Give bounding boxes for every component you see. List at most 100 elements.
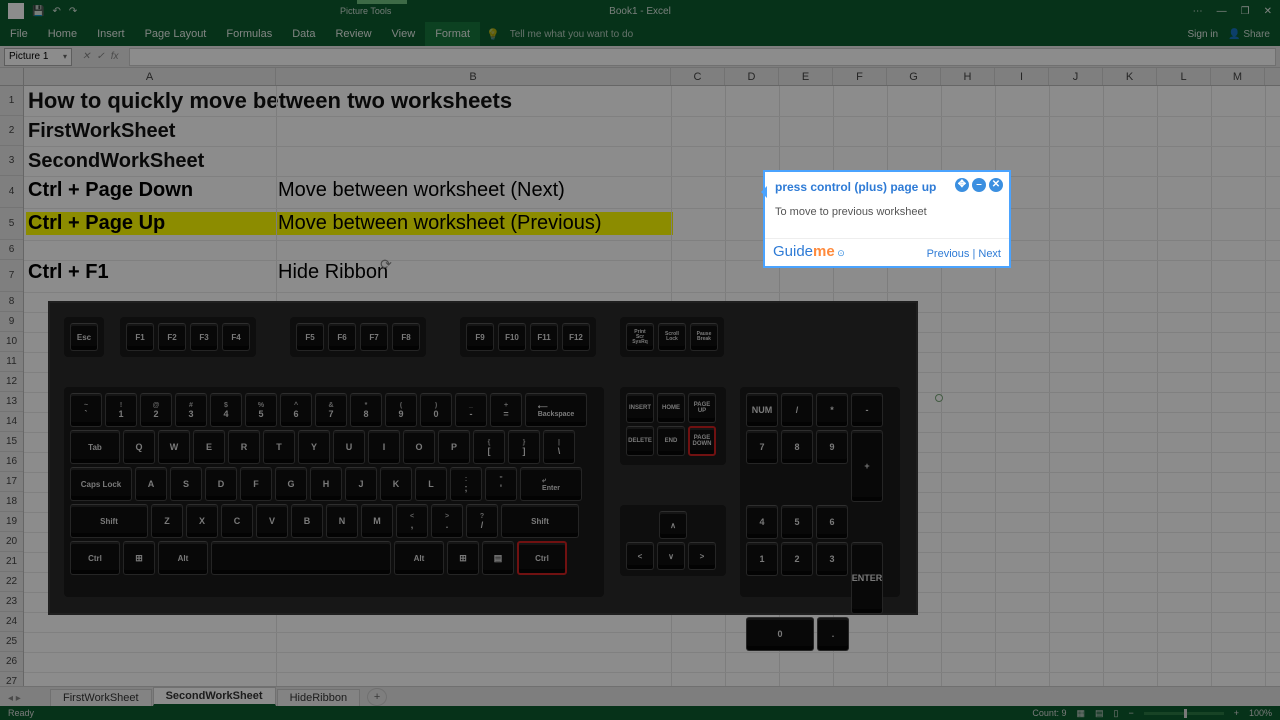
row-header-20[interactable]: 20: [0, 532, 23, 552]
sheet-tab-second[interactable]: SecondWorkSheet: [153, 687, 276, 706]
col-header-K[interactable]: K: [1103, 68, 1157, 85]
col-header-E[interactable]: E: [779, 68, 833, 85]
row-header-6[interactable]: 6: [0, 240, 23, 260]
tab-data[interactable]: Data: [282, 22, 325, 46]
tooltip-prev-link[interactable]: Previous: [927, 248, 970, 260]
status-bar: Ready Count: 9 ▦ ▤ ▯ − + 100%: [0, 706, 1280, 720]
row-header-23[interactable]: 23: [0, 592, 23, 612]
row-header-12[interactable]: 12: [0, 372, 23, 392]
row-header-7[interactable]: 7: [0, 260, 23, 292]
tab-file[interactable]: File: [0, 22, 38, 46]
sheet-tab-first[interactable]: FirstWorkSheet: [50, 689, 152, 706]
row-header-3[interactable]: 3: [0, 146, 23, 176]
picture-selection[interactable]: ⟳: [24, 176, 748, 643]
col-header-G[interactable]: G: [887, 68, 941, 85]
col-header-L[interactable]: L: [1157, 68, 1211, 85]
col-header-A[interactable]: A: [24, 68, 276, 85]
minimize-icon[interactable]: —: [1217, 6, 1227, 17]
zoom-in-icon[interactable]: +: [1234, 708, 1239, 718]
close-icon[interactable]: ✕: [1264, 6, 1272, 17]
guideme-brand: Guideme ⊙: [773, 243, 845, 260]
row-header-1[interactable]: 1: [0, 86, 23, 116]
row-header-26[interactable]: 26: [0, 652, 23, 672]
row-header-2[interactable]: 2: [0, 116, 23, 146]
row-header-8[interactable]: 8: [0, 292, 23, 312]
row-header-13[interactable]: 13: [0, 392, 23, 412]
row-header-14[interactable]: 14: [0, 412, 23, 432]
row-header-16[interactable]: 16: [0, 452, 23, 472]
tab-review[interactable]: Review: [325, 22, 381, 46]
new-sheet-button[interactable]: +: [367, 688, 387, 706]
col-header-I[interactable]: I: [995, 68, 1049, 85]
name-box-dropdown-icon[interactable]: ▾: [63, 52, 67, 61]
redo-icon[interactable]: ↷: [69, 6, 77, 17]
tab-format[interactable]: Format: [425, 22, 480, 46]
sheet-tab-hideribbon[interactable]: HideRibbon: [277, 689, 360, 706]
row-header-19[interactable]: 19: [0, 512, 23, 532]
tab-formulas[interactable]: Formulas: [216, 22, 282, 46]
row-header-5[interactable]: 5: [0, 208, 23, 240]
row-header-18[interactable]: 18: [0, 492, 23, 512]
view-page-layout-icon[interactable]: ▤: [1095, 708, 1104, 719]
col-header-J[interactable]: J: [1049, 68, 1103, 85]
tooltip-close-icon[interactable]: ✕: [989, 178, 1003, 192]
fx-icon[interactable]: fx: [111, 51, 119, 62]
col-header-M[interactable]: M: [1211, 68, 1265, 85]
share-button[interactable]: 👤 Share: [1228, 29, 1270, 40]
cancel-formula-icon[interactable]: ✕: [82, 51, 90, 62]
tooltip-next-link[interactable]: Next: [978, 248, 1001, 260]
column-headers: ABCDEFGHIJKLM: [0, 68, 1280, 86]
restore-icon[interactable]: ❐: [1241, 6, 1250, 17]
resize-handle[interactable]: [935, 394, 943, 402]
tab-insert[interactable]: Insert: [87, 22, 135, 46]
key-np-*: *: [816, 393, 848, 427]
zoom-level[interactable]: 100%: [1249, 708, 1272, 718]
tell-me[interactable]: Tell me what you want to do: [510, 29, 633, 40]
select-all-corner[interactable]: [0, 68, 24, 85]
col-header-H[interactable]: H: [941, 68, 995, 85]
worksheet-grid[interactable]: ABCDEFGHIJKLM 12345678910111213141516171…: [0, 68, 1280, 686]
col-header-B[interactable]: B: [276, 68, 671, 85]
row-header-11[interactable]: 11: [0, 352, 23, 372]
tooltip-move-icon[interactable]: ✥: [955, 178, 969, 192]
ribbon-options-icon[interactable]: ⋯: [1193, 6, 1203, 17]
view-normal-icon[interactable]: ▦: [1076, 708, 1085, 719]
col-header-F[interactable]: F: [833, 68, 887, 85]
sheet-tabs: ◂ ▸ FirstWorkSheet SecondWorkSheet HideR…: [0, 686, 1280, 706]
keyboard-numpad: NUM/*-789+456123ENTER0.: [740, 387, 900, 597]
row-header-22[interactable]: 22: [0, 572, 23, 592]
row-header-21[interactable]: 21: [0, 552, 23, 572]
row-header-4[interactable]: 4: [0, 176, 23, 208]
col-header-D[interactable]: D: [725, 68, 779, 85]
zoom-slider[interactable]: [1144, 712, 1224, 715]
enter-formula-icon[interactable]: ✓: [96, 51, 104, 62]
row-header-9[interactable]: 9: [0, 312, 23, 332]
formula-input[interactable]: [129, 48, 1276, 66]
formula-bar: Picture 1 ▾ ✕ ✓ fx: [0, 46, 1280, 68]
key-np-dot: .: [817, 617, 849, 651]
rotate-handle-icon[interactable]: ⟳: [380, 256, 392, 273]
key-np-2: 2: [781, 542, 813, 576]
tooltip-minimize-icon[interactable]: –: [972, 178, 986, 192]
zoom-out-icon[interactable]: −: [1128, 708, 1133, 718]
tab-page-layout[interactable]: Page Layout: [135, 22, 217, 46]
row-header-24[interactable]: 24: [0, 612, 23, 632]
name-box[interactable]: Picture 1 ▾: [4, 48, 72, 66]
row-header-15[interactable]: 15: [0, 432, 23, 452]
tab-view[interactable]: View: [382, 22, 426, 46]
view-page-break-icon[interactable]: ▯: [1113, 708, 1118, 719]
quick-access-toolbar: 💾 ↶ ↷: [0, 3, 85, 19]
cell-a1-title: How to quickly move between two workshee…: [28, 88, 512, 114]
tab-home[interactable]: Home: [38, 22, 87, 46]
cells-area[interactable]: How to quickly move between two workshee…: [24, 86, 1280, 686]
sign-in-link[interactable]: Sign in: [1188, 29, 1219, 40]
picture-tools-label: Picture Tools: [340, 6, 391, 16]
row-header-25[interactable]: 25: [0, 632, 23, 652]
col-header-C[interactable]: C: [671, 68, 725, 85]
undo-icon[interactable]: ↶: [52, 6, 60, 17]
save-icon[interactable]: 💾: [32, 6, 44, 17]
row-header-17[interactable]: 17: [0, 472, 23, 492]
sheet-nav-arrows[interactable]: ◂ ▸: [8, 693, 21, 704]
row-header-10[interactable]: 10: [0, 332, 23, 352]
key-np-3: 3: [816, 542, 848, 576]
